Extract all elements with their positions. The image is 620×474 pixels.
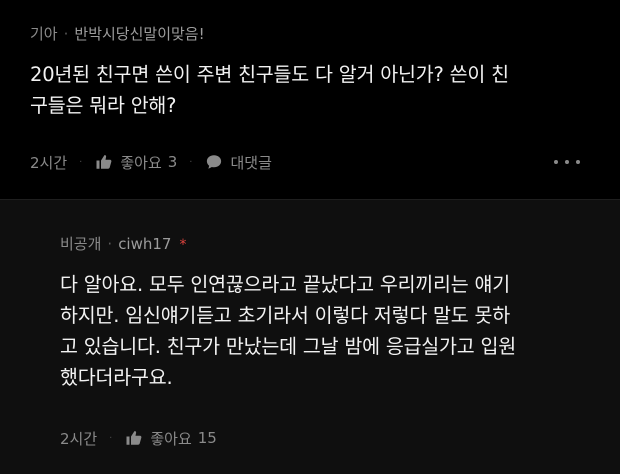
like-label: 좋아요 (120, 153, 162, 172)
comment-time: 2시간 (30, 153, 68, 172)
reply-comment: 비공개 · ciwh17 * 다 알아요. 모두 인연끊으라고 끝났다고 우리끼리는 … (0, 200, 620, 474)
reply-body-line: 다 알아요. 모두 인연끊으라고 끝났다고 우리끼리는 얘기 (60, 273, 511, 296)
comment-body-line: 20년된 친구면 쓴이 주변 친구들도 다 알거 아닌가? 쓴이 친 (30, 63, 509, 86)
like-count: 3 (167, 153, 178, 171)
reply-author-id: ciwh17 (118, 235, 172, 253)
reply-author[interactable]: 비공개 (60, 235, 101, 253)
like-label: 좋아요 (150, 429, 192, 448)
like-button[interactable]: 좋아요 3 (94, 152, 177, 173)
comment-body: 20년된 친구면 쓴이 주변 친구들도 다 알거 아닌가? 쓴이 친 구들은 뭐… (30, 59, 509, 121)
author-marker: * (179, 237, 187, 253)
meta-separator: · (107, 235, 113, 253)
like-button[interactable]: 좋아요 15 (124, 428, 217, 449)
reply-footer: 2시간 · 좋아요 15 (60, 427, 217, 449)
thumbs-up-icon (94, 152, 114, 172)
more-dot (565, 160, 569, 164)
like-count: 15 (197, 429, 217, 447)
meta-separator: · (63, 25, 69, 43)
thumbs-up-icon (124, 428, 144, 448)
reply-time: 2시간 (60, 429, 98, 448)
reply-meta: 비공개 · ciwh17 * (60, 234, 186, 255)
reply-body-line: 하지만. 임신얘기듣고 초기라서 이렇다 저렇다 말도 못하 (60, 304, 511, 327)
comment-author[interactable]: 기아 (30, 25, 58, 43)
more-horizontal-icon[interactable] (554, 152, 580, 172)
footer-dot: · (109, 432, 113, 444)
more-dot (576, 160, 580, 164)
speech-bubble-icon (204, 152, 224, 172)
comment: 기아 · 반박시당신말이맞음! 20년된 친구면 쓴이 주변 친구들도 다 알거 아… (0, 0, 620, 199)
footer-dot: · (79, 156, 83, 168)
comment-meta: 기아 · 반박시당신말이맞음! (30, 24, 205, 44)
more-dot (554, 160, 558, 164)
reply-button[interactable]: 대댓글 (204, 152, 272, 173)
reply-body: 다 알아요. 모두 인연끊으라고 끝났다고 우리끼리는 얘기 하지만. 임신얘기… (60, 269, 516, 393)
comment-author-title: 반박시당신말이맞음! (74, 25, 205, 43)
footer-dot: · (189, 156, 193, 168)
comment-footer: 2시간 · 좋아요 3 · 대댓글 (30, 151, 272, 173)
comment-body-line: 구들은 뭐라 안해? (30, 94, 177, 117)
reply-body-line: 했다더라구요. (60, 366, 173, 389)
reply-body-line: 고 있습니다. 친구가 만났는데 그날 밤에 응급실가고 입원 (60, 335, 517, 358)
reply-label: 대댓글 (230, 153, 272, 172)
